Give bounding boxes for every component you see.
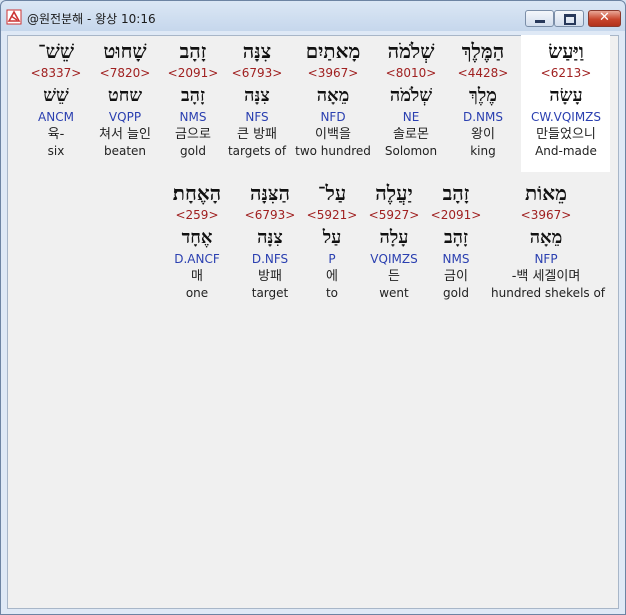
word-cell[interactable]: הָאֶחָת׃ <259> אֶחָד D.ANCF 매 one (153, 183, 241, 302)
strong-number[interactable]: <6213> (522, 67, 610, 83)
english-gloss: And-made (535, 144, 597, 158)
lemma: שְׁלֹמֹה (389, 85, 433, 106)
title-bar[interactable]: @원전분해 - 왕상 10:16 ✕ (1, 1, 625, 35)
morphology-code: NFD (320, 110, 346, 124)
korean-gloss: 만들었으니 (536, 127, 596, 142)
korean-gloss: 매 (191, 269, 203, 284)
minimize-button[interactable] (525, 10, 554, 27)
window-title: @원전분해 - 왕상 10:16 (27, 12, 156, 26)
word-cell[interactable]: וַיַּעַשׂ <6213> עָשָׂה CW.VQIMZS 만들었으니 … (522, 41, 610, 160)
word-cell[interactable]: שְׁלֹמֹה <8010> שְׁלֹמֹה NE 솔로몬 Solomon (367, 41, 455, 160)
word-cell[interactable]: שֵׁשׁ־ <8337> שֵׁשׁ ANCM 육- six (12, 41, 100, 160)
hebrew-word: שֵׁשׁ־ (38, 39, 74, 63)
lemma: מֵאָה (529, 227, 563, 248)
korean-gloss: -백 세겔이며 (511, 269, 581, 284)
strong-number[interactable]: <8010> (367, 67, 455, 83)
maximize-button[interactable] (554, 10, 584, 27)
hebrew-word: שְׁלֹמֹה (387, 39, 435, 63)
word-cell[interactable]: מֵאוֹת <3967> מֵאָה NFP -백 세겔이며 hundred … (491, 181, 606, 302)
lemma: שֵׁשׁ (43, 85, 69, 106)
english-gloss: one (185, 286, 209, 300)
morphology-code: D.ANCF (174, 252, 220, 266)
strong-number[interactable]: <8337> (12, 67, 100, 83)
hebrew-word: הָאֶחָת׃ (172, 181, 222, 205)
morphology-code: NFP (534, 252, 558, 266)
word-cell[interactable]: מָאתַיִם <3967> מֵאָה NFD 이백을 two hundre… (289, 41, 377, 160)
lemma: מֵאָה (316, 85, 350, 106)
close-button[interactable]: ✕ (588, 10, 621, 27)
lemma: עָשָׂה (549, 85, 583, 106)
english-gloss: hundred shekels of (491, 286, 606, 300)
app-window: @원전분해 - 왕상 10:16 ✕ וַיַּעַשׂ <6213> עָשָ… (0, 0, 626, 615)
hebrew-word: מָאתַיִם (305, 39, 361, 63)
english-gloss: Solomon (384, 144, 438, 158)
morphology-code: ANCM (38, 110, 74, 124)
korean-gloss: 육- (47, 127, 65, 142)
hebrew-word: וַיַּעַשׂ (548, 39, 584, 63)
morphology-code: CW.VQIMZS (530, 110, 602, 124)
strong-number[interactable]: <3967> (289, 67, 377, 83)
hebrew-word: מֵאוֹת (524, 181, 567, 205)
morphology-code: NE (402, 110, 420, 124)
korean-gloss: 솔로몬 (393, 127, 429, 142)
strong-number[interactable]: <259> (153, 209, 241, 225)
english-gloss: two hundred (295, 144, 371, 158)
strong-number[interactable]: <3967> (491, 209, 601, 225)
korean-gloss: 이백을 (315, 127, 351, 142)
lemma: אֶחָד (181, 227, 213, 248)
close-icon: ✕ (599, 10, 610, 25)
app-logo-icon (6, 9, 22, 25)
english-gloss: six (47, 144, 65, 158)
